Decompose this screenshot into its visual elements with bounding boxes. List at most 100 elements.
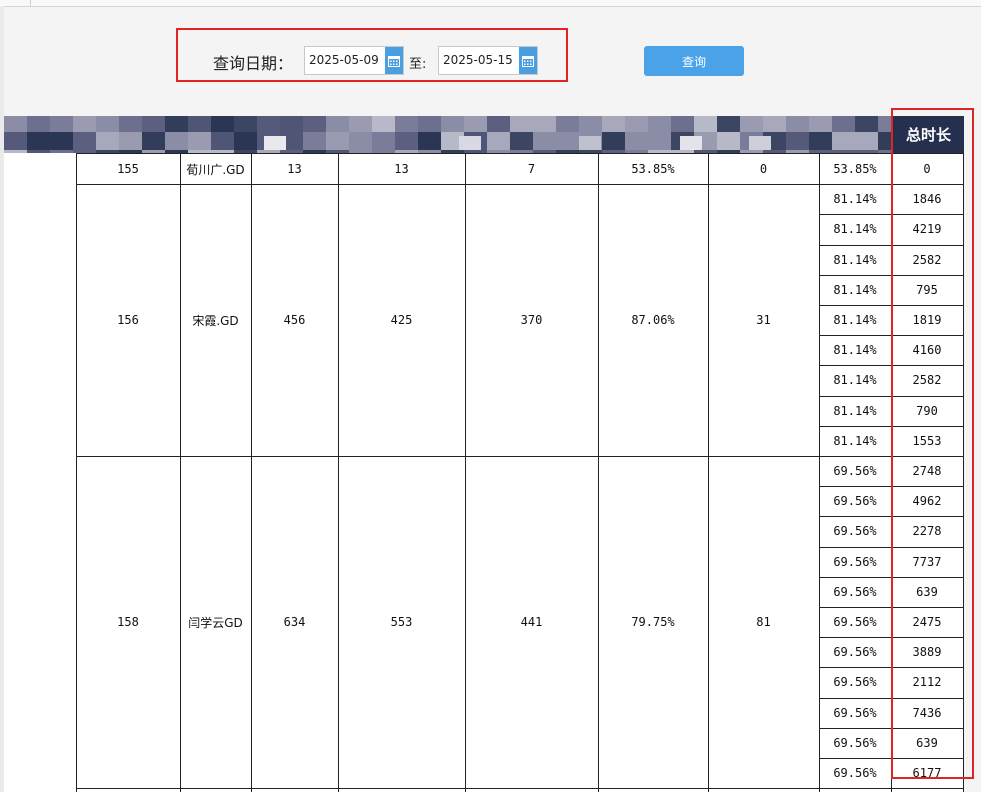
header-mosaic-block — [556, 132, 579, 150]
row-percent-cell: 69.56% — [833, 645, 877, 660]
group-value-1-cell: 456 — [283, 313, 306, 328]
header-mosaic-block — [510, 116, 533, 132]
group-value-3-cell: 7 — [527, 162, 536, 177]
header-mosaic-block — [234, 132, 257, 150]
end-date-input[interactable]: 2025-05-15 — [438, 46, 538, 75]
header-mosaic-block — [556, 116, 579, 132]
header-mosaic-block — [303, 132, 326, 150]
header-mosaic-block — [459, 136, 481, 150]
start-date-value: 2025-05-09 — [309, 53, 379, 67]
row-percent-cell: 69.56% — [833, 766, 877, 781]
header-mosaic-block — [786, 132, 809, 150]
header-mosaic-block — [257, 116, 280, 132]
header-mosaic-block — [763, 116, 786, 132]
group-name-cell: 宋霞.GD — [192, 313, 239, 328]
group-value-4-cell: 31 — [756, 313, 771, 328]
query-date-label: 查询日期： — [213, 54, 294, 73]
total-column-highlight-box — [891, 108, 974, 779]
header-mosaic-block — [717, 116, 740, 132]
group-rate-cell: 87.06% — [631, 313, 675, 328]
header-mosaic-block — [786, 116, 809, 132]
header-mosaic-block — [671, 116, 694, 132]
header-mosaic-block — [855, 132, 878, 150]
calendar-icon[interactable] — [385, 47, 403, 74]
header-mosaic-block — [625, 116, 648, 132]
header-mosaic-block — [832, 116, 855, 132]
header-mosaic-block — [73, 116, 96, 132]
header-mosaic-block — [625, 132, 648, 150]
group-divider — [76, 788, 963, 790]
header-mosaic-block — [188, 132, 211, 150]
group-rate-cell: 79.75% — [631, 615, 675, 630]
group-value-2-cell: 13 — [394, 162, 409, 177]
header-mosaic-block — [717, 132, 740, 150]
row-percent-cell: 69.56% — [833, 735, 877, 750]
header-mosaic-block — [602, 116, 625, 132]
header-mosaic-block — [4, 116, 27, 132]
end-date-value: 2025-05-15 — [443, 53, 513, 67]
group-id-cell: 155 — [117, 162, 139, 177]
header-mosaic-block — [50, 116, 73, 132]
header-mosaic-block — [27, 116, 50, 132]
group-rate-cell: 53.85% — [631, 162, 675, 177]
group-id-cell: 156 — [117, 313, 139, 328]
query-button[interactable]: 查询 — [644, 46, 744, 76]
header-mosaic-block — [832, 132, 855, 150]
group-value-4-cell: 81 — [756, 615, 771, 630]
header-mosaic-block — [96, 132, 119, 150]
group-id-cell: 158 — [117, 615, 139, 630]
header-mosaic-block — [441, 116, 464, 132]
row-percent-cell: 81.14% — [833, 343, 877, 358]
row-percent-cell: 69.56% — [833, 584, 877, 599]
start-date-input[interactable]: 2025-05-09 — [304, 46, 404, 75]
row-percent-cell: 81.14% — [833, 403, 877, 418]
header-mosaic-block — [4, 132, 27, 150]
header-mosaic-block — [510, 132, 533, 150]
header-mosaic-block — [119, 116, 142, 132]
row-percent-cell: 81.14% — [833, 433, 877, 448]
date-range-separator: 至: — [409, 57, 427, 72]
header-mosaic-block — [142, 132, 165, 150]
row-percent-cell: 69.56% — [833, 615, 877, 630]
group-value-2-cell: 553 — [390, 615, 413, 630]
header-mosaic-block — [579, 116, 602, 132]
top-tab-strip — [0, 0, 981, 7]
calendar-icon[interactable] — [519, 47, 537, 74]
header-mosaic-block — [464, 116, 487, 132]
row-percent-cell: 69.56% — [833, 494, 877, 509]
row-percent-cell: 69.56% — [833, 705, 877, 720]
group-value-4-cell: 0 — [759, 162, 768, 177]
group-value-1-cell: 13 — [287, 162, 302, 177]
header-mosaic-block — [648, 116, 671, 132]
header-mosaic-block — [372, 116, 395, 132]
group-value-2-cell: 425 — [390, 313, 413, 328]
row-percent-cell: 53.85% — [833, 162, 877, 177]
row-percent-cell: 81.14% — [833, 313, 877, 328]
header-mosaic-block — [349, 132, 372, 150]
header-mosaic-block — [27, 132, 50, 150]
row-percent-cell: 69.56% — [833, 464, 877, 479]
header-mosaic-block — [303, 116, 326, 132]
header-mosaic-block — [211, 132, 234, 150]
row-percent-cell: 81.14% — [833, 222, 877, 237]
header-mosaic-block — [602, 132, 625, 150]
header-mosaic-block — [50, 132, 73, 150]
header-mosaic-block — [855, 116, 878, 132]
header-mosaic-block — [809, 132, 832, 150]
group-value-3-cell: 441 — [520, 615, 543, 630]
header-mosaic-block — [749, 136, 771, 150]
table-header-pixelated — [4, 116, 964, 153]
header-mosaic-block — [533, 116, 556, 132]
header-mosaic-block — [372, 132, 395, 150]
header-mosaic-block — [418, 116, 441, 132]
header-mosaic-block — [119, 132, 142, 150]
header-mosaic-block — [349, 116, 372, 132]
data-table: 155 荀川广.GD 13 13 7 53.85% 0 53.85% 0 156 宋霞.GD 456 4… — [4, 153, 964, 792]
header-mosaic-block — [395, 132, 418, 150]
header-mosaic-block — [326, 132, 349, 150]
row-percent-cell: 81.14% — [833, 282, 877, 297]
header-mosaic-block — [648, 132, 671, 150]
header-mosaic-block — [264, 136, 286, 150]
header-mosaic-block — [165, 132, 188, 150]
header-mosaic-block — [680, 136, 702, 150]
